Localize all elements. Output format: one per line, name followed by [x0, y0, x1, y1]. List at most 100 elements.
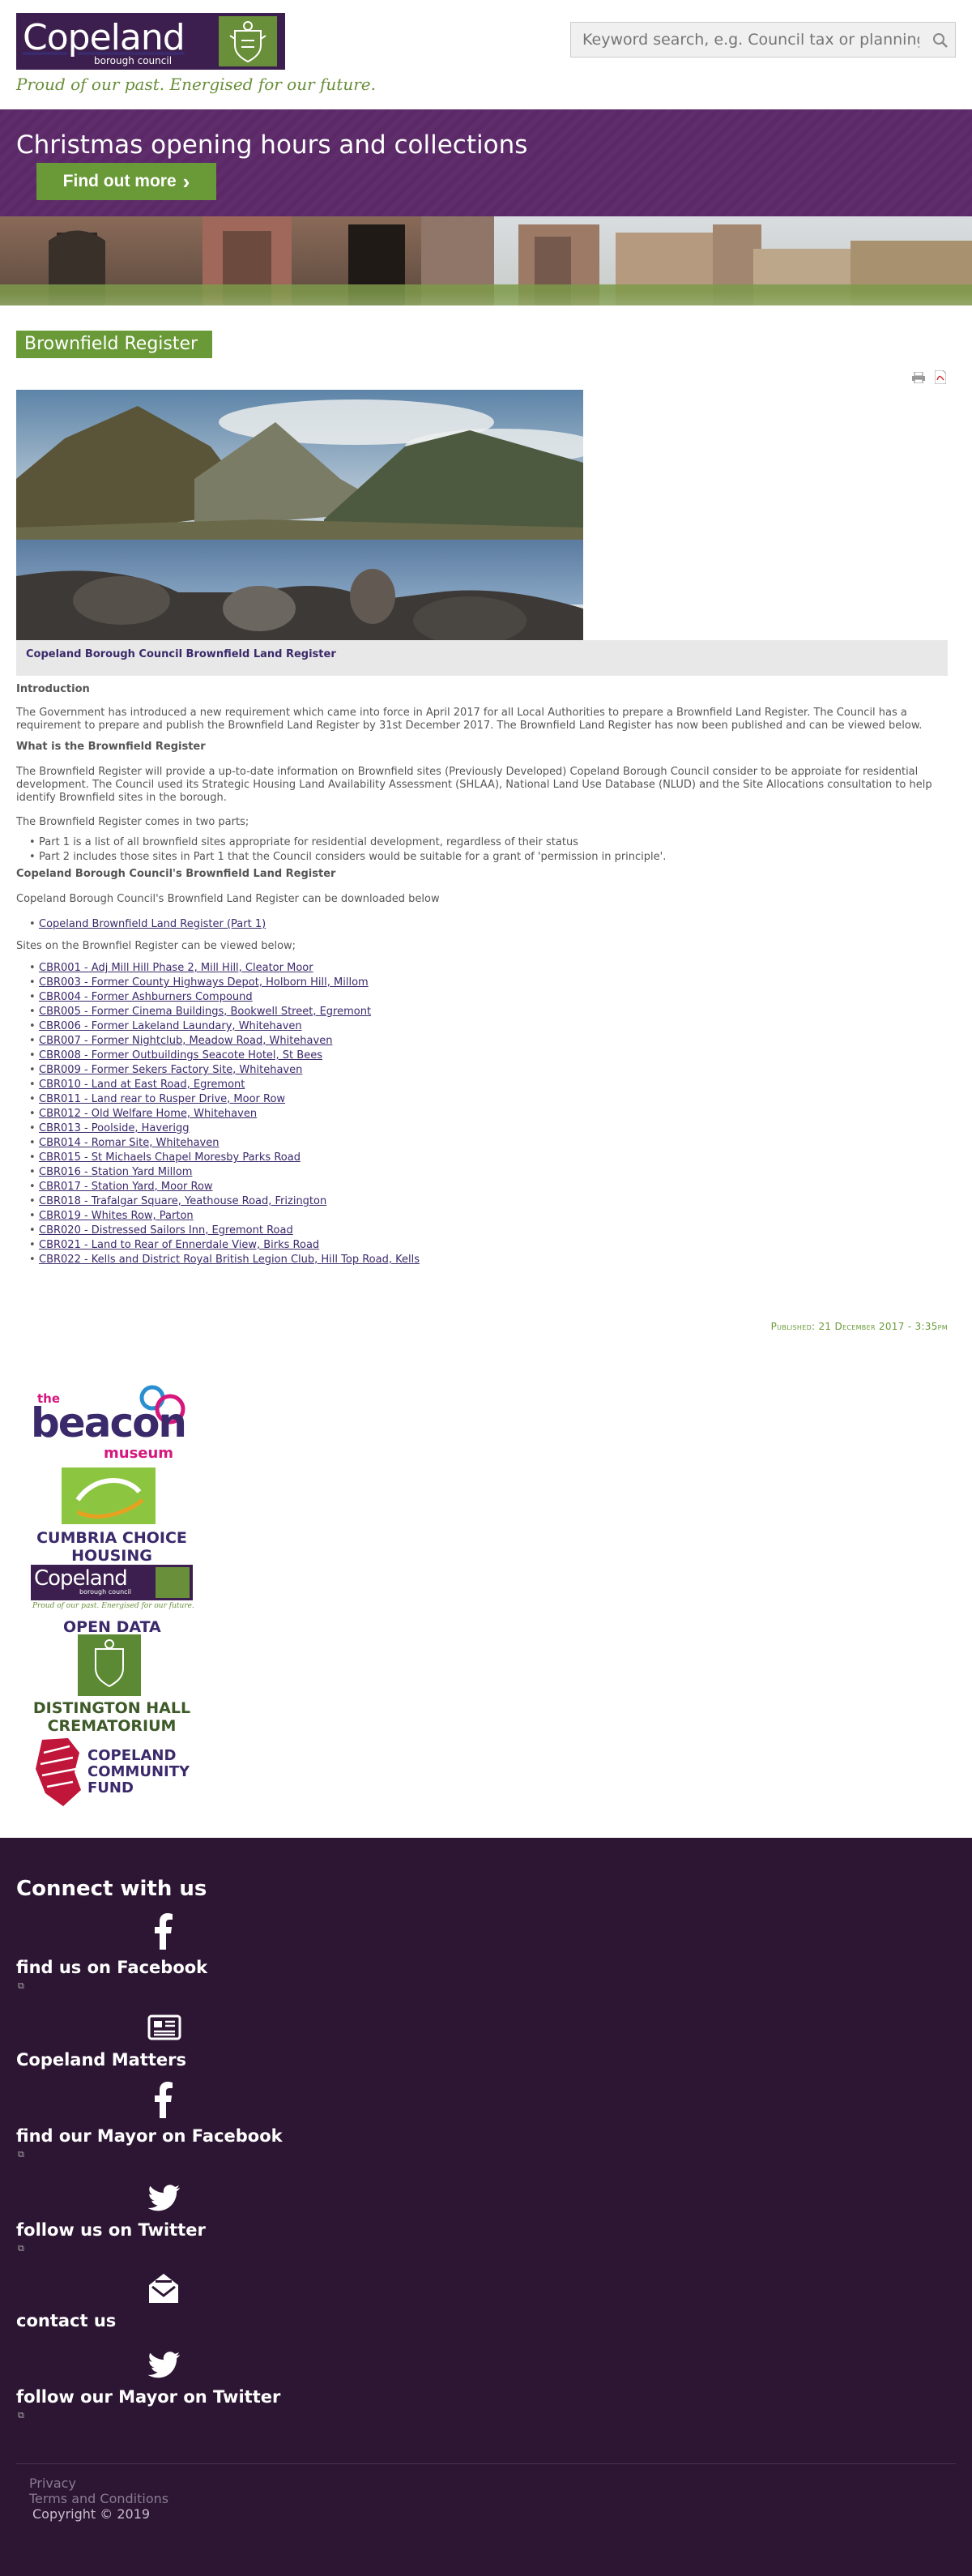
site-link[interactable]: CBR008 - Former Outbuildings Seacote Hot…	[39, 1049, 322, 1062]
site-link[interactable]: CBR021 - Land to Rear of Ennerdale View,…	[39, 1239, 319, 1251]
hero-landscape-image	[16, 390, 583, 640]
site-link[interactable]: CBR016 - Station Yard Millom	[39, 1166, 192, 1178]
site-link[interactable]: CBR005 - Former Cinema Buildings, Bookwe…	[39, 1006, 371, 1018]
search-input[interactable]	[571, 23, 919, 56]
site-link[interactable]: CBR019 - Whites Row, Parton	[39, 1210, 194, 1222]
mayor-twitter-link[interactable]: follow our Mayor on Twitter ⧉	[16, 2345, 502, 2426]
tagline: Proud of our past. Energised for our fut…	[16, 75, 376, 94]
parts-intro: The Brownfield Register comes in two par…	[16, 816, 249, 828]
social-label: follow us on Twitter	[16, 2220, 206, 2240]
intro-text: The Government has introduced a new requ…	[16, 707, 923, 732]
site-link[interactable]: CBR022 - Kells and District Royal Britis…	[39, 1254, 420, 1266]
list-item: CBR009 - Former Sekers Factory Site, Whi…	[29, 1063, 956, 1078]
copyright: Copyright © 2019	[32, 2506, 151, 2522]
distington-crematorium-logo[interactable]: DISTINGTON HALL CREMATORIUM	[31, 1634, 201, 1735]
beacon-museum-logo[interactable]: the beacon museum	[31, 1382, 201, 1463]
site-link[interactable]: CBR009 - Former Sekers Factory Site, Whi…	[39, 1064, 302, 1076]
footer-divider	[16, 2463, 956, 2464]
logo-sub: borough council	[94, 55, 173, 66]
what-text: The Brownfield Register will provide a u…	[16, 766, 932, 804]
external-link-icon: ⧉	[18, 2243, 24, 2253]
community-fund-logo[interactable]: COPELAND COMMUNITY FUND	[31, 1737, 201, 1809]
site-link[interactable]: CBR018 - Trafalgar Square, Yeathouse Roa…	[39, 1195, 326, 1207]
copeland-mini-tag: Proud of our past. Energised for our fut…	[32, 1602, 194, 1610]
site-link[interactable]: CBR012 - Old Welfare Home, Whitehaven	[39, 1108, 257, 1120]
site-link[interactable]: CBR001 - Adj Mill Hill Phase 2, Mill Hil…	[39, 962, 313, 974]
list-item: CBR010 - Land at East Road, Egremont	[29, 1078, 956, 1092]
download-link[interactable]: Copeland Brownfield Land Register (Part …	[39, 918, 266, 930]
site-link[interactable]: CBR020 - Distressed Sailors Inn, Egremon…	[39, 1224, 293, 1237]
copeland-mini-sub: borough council	[79, 1588, 132, 1596]
site-link[interactable]: CBR014 - Romar Site, Whitehaven	[39, 1137, 219, 1149]
list-item: CBR014 - Romar Site, Whitehaven	[29, 1136, 956, 1151]
chevron-right-icon: ›	[182, 169, 190, 194]
list-item: CBR004 - Former Ashburners Compound	[29, 990, 956, 1005]
list-item: CBR005 - Former Cinema Buildings, Bookwe…	[29, 1005, 956, 1019]
privacy-link[interactable]: Privacy	[29, 2476, 168, 2491]
print-icon[interactable]	[912, 372, 925, 383]
contact-us-link[interactable]: contact us	[16, 2269, 502, 2334]
pdf-icon[interactable]	[935, 370, 946, 384]
social-label: Copeland Matters	[16, 2050, 187, 2070]
facebook-link[interactable]: find us on Facebook ⧉	[16, 1912, 502, 2001]
list-item: CBR001 - Adj Mill Hill Phase 2, Mill Hil…	[29, 961, 956, 976]
list-item: CBR022 - Kells and District Royal Britis…	[29, 1253, 956, 1267]
find-out-more-label: Find out more	[62, 172, 177, 190]
site-link[interactable]: CBR004 - Former Ashburners Compound	[39, 991, 253, 1003]
list-item: CBR011 - Land rear to Rusper Drive, Moor…	[29, 1092, 956, 1107]
register-text: Copeland Borough Council's Brownfield La…	[16, 893, 440, 905]
list-item: CBR012 - Old Welfare Home, Whitehaven	[29, 1107, 956, 1121]
community-line-3: FUND	[87, 1779, 134, 1796]
image-caption: Copeland Borough Council Brownfield Land…	[16, 640, 948, 676]
distington-name: DISTINGTON HALL CREMATORIUM	[32, 1699, 191, 1735]
site-link[interactable]: CBR010 - Land at East Road, Egremont	[39, 1079, 245, 1091]
twitter-link[interactable]: follow us on Twitter ⧉	[16, 2178, 502, 2259]
list-item: CBR016 - Station Yard Millom	[29, 1165, 956, 1180]
find-out-more-button[interactable]: Find out more ›	[36, 163, 216, 200]
social-label: follow our Mayor on Twitter	[16, 2387, 281, 2407]
list-item: CBR008 - Former Outbuildings Seacote Hot…	[29, 1049, 956, 1063]
social-label: contact us	[16, 2311, 117, 2330]
intro-heading: Introduction	[16, 683, 90, 695]
crest-icon	[156, 1567, 190, 1598]
site-link[interactable]: CBR007 - Former Nightclub, Meadow Road, …	[39, 1035, 332, 1047]
copeland-logo[interactable]: Copeland borough council	[16, 13, 285, 70]
download-list: Copeland Brownfield Land Register (Part …	[16, 917, 956, 932]
open-data-label: OPEN DATA	[63, 1618, 161, 1636]
cumbria-choice-logo[interactable]: CUMBRIA CHOICE HOUSING	[31, 1467, 201, 1565]
list-item: CBR015 - St Michaels Chapel Moresby Park…	[29, 1151, 956, 1165]
site-link[interactable]: CBR003 - Former County Highways Depot, H…	[39, 976, 369, 989]
social-label: find our Mayor on Facebook	[16, 2126, 283, 2146]
site-link[interactable]: CBR013 - Poolside, Haverigg	[39, 1122, 190, 1134]
list-item: Part 1 is a list of all brownfield sites…	[29, 835, 956, 850]
site-footer: Connect with us find us on Facebook ⧉ Co…	[0, 1838, 972, 2576]
sites-list: CBR001 - Adj Mill Hill Phase 2, Mill Hil…	[16, 961, 956, 1267]
site-link[interactable]: CBR015 - St Michaels Chapel Moresby Park…	[39, 1151, 301, 1164]
site-link[interactable]: CBR006 - Former Lakeland Laundary, White…	[39, 1020, 302, 1032]
list-item: CBR017 - Station Yard, Moor Row	[29, 1180, 956, 1194]
list-item: CBR018 - Trafalgar Square, Yeathouse Roa…	[29, 1194, 956, 1209]
published-date: Published: 21 December 2017 - 3:35pm	[770, 1321, 948, 1332]
site-link[interactable]: CBR011 - Land rear to Rusper Drive, Moor…	[39, 1093, 285, 1105]
cumbria-name: CUMBRIA CHOICE HOUSING	[36, 1529, 187, 1565]
copeland-matters-link[interactable]: Copeland Matters	[16, 2008, 502, 2070]
terms-link[interactable]: Terms and Conditions	[29, 2491, 168, 2506]
community-line-2: COMMUNITY	[87, 1763, 190, 1780]
main-content: Introduction The Government has introduc…	[16, 683, 956, 1267]
site-header: Copeland borough council Proud of our pa…	[0, 0, 972, 109]
cumbria-swoosh-icon	[62, 1467, 156, 1524]
list-item: CBR006 - Former Lakeland Laundary, White…	[29, 1019, 956, 1034]
banner-title: Christmas opening hours and collections	[16, 130, 528, 160]
beacon-sub: museum	[104, 1445, 174, 1462]
register-heading: Copeland Borough Council's Brownfield La…	[16, 868, 336, 880]
what-heading: What is the Brownfield Register	[16, 741, 206, 753]
search-icon[interactable]	[931, 31, 950, 50]
site-link[interactable]: CBR017 - Station Yard, Moor Row	[39, 1181, 213, 1193]
facebook-icon	[155, 2082, 173, 2118]
beacon-name: beacon	[31, 1399, 187, 1446]
social-label: find us on Facebook	[16, 1958, 208, 1977]
footer-links: Privacy Terms and Conditions Copyright ©…	[29, 2476, 168, 2522]
mayor-facebook-link[interactable]: find our Mayor on Facebook ⧉	[16, 2081, 502, 2170]
parts-list: Part 1 is a list of all brownfield sites…	[16, 835, 956, 865]
search-box	[570, 22, 956, 58]
